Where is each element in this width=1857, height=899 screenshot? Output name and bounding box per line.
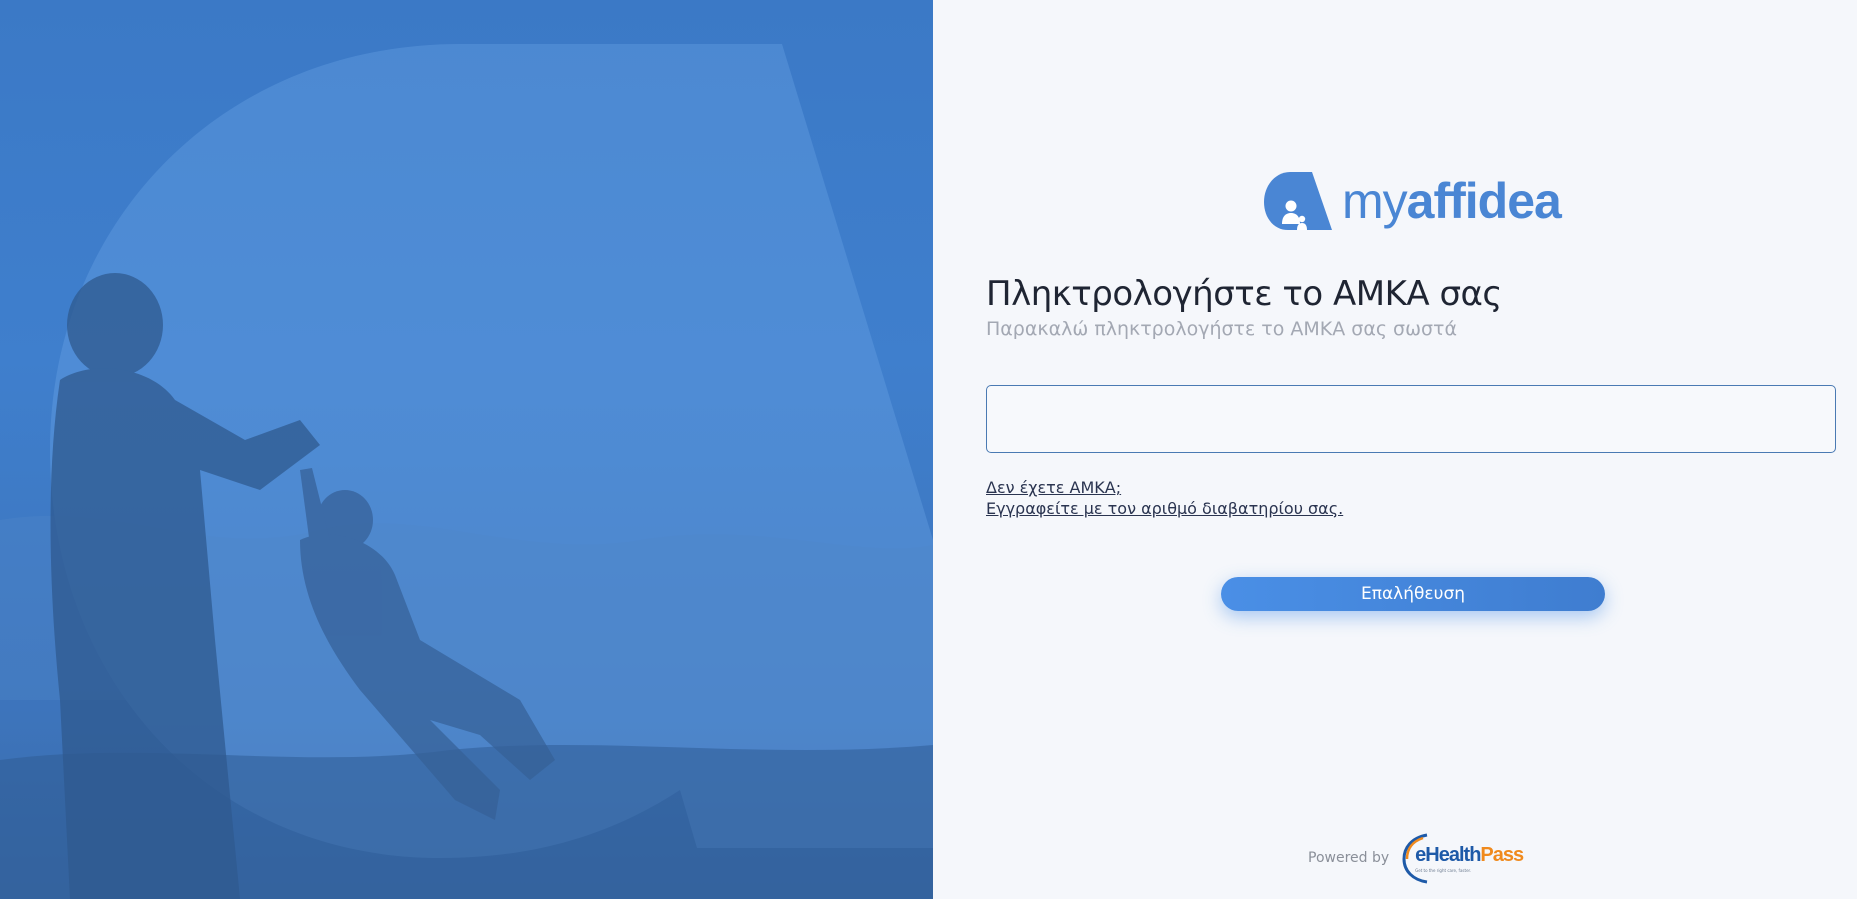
ehealthpass-logo: eHealthPass Get to the right care, faste… — [1401, 832, 1525, 884]
verify-button[interactable]: Επαλήθευση — [1221, 577, 1605, 611]
alternative-links: Δεν έχετε ΑΜΚΑ; Εγγραφείτε με τον αριθμό… — [986, 477, 1343, 519]
ehp-health: Health — [1425, 844, 1481, 866]
hero-illustration — [0, 44, 933, 899]
page-title: Πληκτρολογήστε το ΑΜΚΑ σας — [986, 274, 1502, 314]
register-passport-link[interactable]: Εγγραφείτε με τον αριθμό διαβατηρίου σας… — [986, 498, 1343, 519]
powered-by-label: Powered by — [1308, 850, 1390, 866]
myaffidea-logo: myaffidea — [1264, 170, 1562, 232]
hero-image-panel — [0, 0, 933, 899]
logo-suffix: affidea — [1406, 173, 1562, 229]
login-panel: myaffidea Πληκτρολογήστε το ΑΜΚΑ σας Παρ… — [933, 0, 1857, 899]
page-subtitle: Παρακαλώ πληκτρολογήστε το ΑΜΚΑ σας σωστ… — [986, 318, 1458, 340]
ehp-e: e — [1415, 844, 1426, 866]
ehp-pass: Pass — [1480, 844, 1524, 866]
affidea-a-icon — [1264, 172, 1332, 230]
ehealthpass-wordmark: eHealthPass — [1415, 844, 1524, 867]
ehealthpass-tagline: Get to the right care, faster. — [1415, 868, 1472, 873]
logo-prefix: my — [1342, 173, 1408, 229]
logo-wordmark: myaffidea — [1342, 173, 1562, 229]
amka-input[interactable] — [986, 385, 1836, 453]
powered-by-footer: Powered by eHealthPass Get to the right … — [1308, 832, 1525, 884]
no-amka-link[interactable]: Δεν έχετε ΑΜΚΑ; — [986, 477, 1343, 498]
